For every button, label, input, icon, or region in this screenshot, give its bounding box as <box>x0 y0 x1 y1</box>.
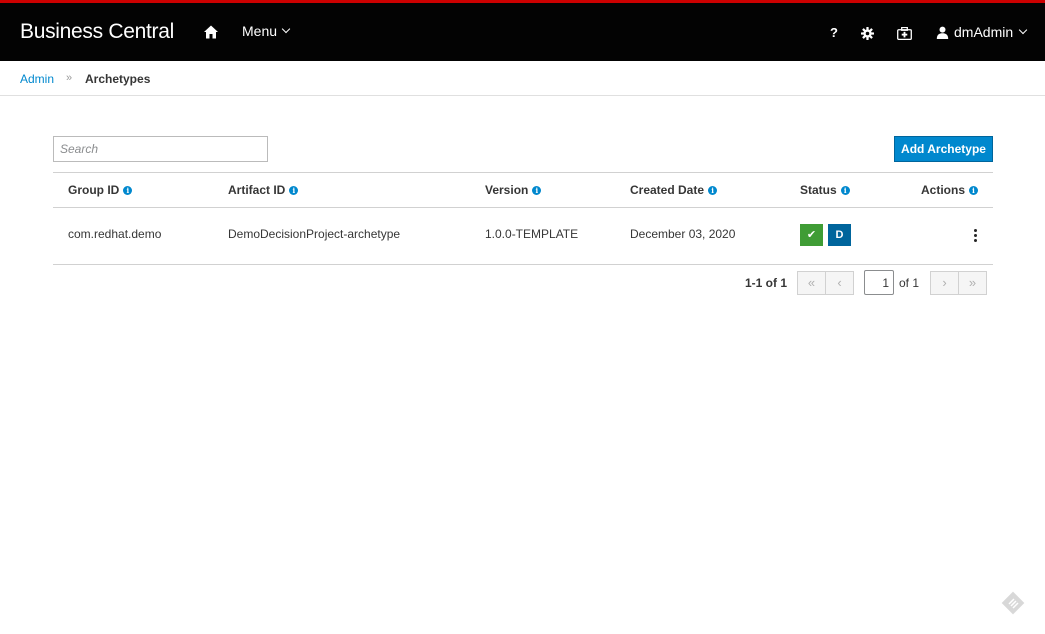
help-button[interactable]: ? <box>830 25 838 40</box>
status-default-badge: D <box>828 224 851 246</box>
home-icon[interactable] <box>203 24 219 40</box>
breadcrumb-current: Archetypes <box>85 72 151 86</box>
user-menu[interactable]: dmAdmin <box>936 24 1028 40</box>
user-name: dmAdmin <box>954 24 1014 40</box>
info-icon[interactable]: i <box>123 185 133 195</box>
menu-label: Menu <box>242 23 278 39</box>
next-page-button[interactable]: › <box>930 271 959 295</box>
info-icon[interactable]: i <box>708 185 718 195</box>
chevron-down-icon <box>1018 25 1028 35</box>
gear-icon[interactable] <box>861 27 874 40</box>
column-header-created-date[interactable]: Created Date i <box>630 183 718 197</box>
column-header-status[interactable]: Status i <box>800 183 850 197</box>
cell-artifact-id: DemoDecisionProject-archetype <box>228 227 401 241</box>
info-icon[interactable]: i <box>289 185 299 195</box>
search-input[interactable] <box>53 136 268 162</box>
table-header: Group ID i Artifact ID i Version i Creat… <box>53 172 993 208</box>
chevron-down-icon <box>281 24 291 34</box>
brand-title[interactable]: Business Central <box>20 20 174 44</box>
previous-page-button[interactable]: ‹ <box>825 271 854 295</box>
menu-dropdown[interactable]: Menu <box>242 23 291 39</box>
pagination-count: 1-1 of 1 <box>745 276 788 290</box>
add-archetype-button[interactable]: Add Archetype <box>894 136 993 162</box>
column-header-group-id[interactable]: Group ID i <box>68 183 133 197</box>
archetypes-table: Group ID i Artifact ID i Version i Creat… <box>53 172 993 265</box>
breadcrumb-admin-link[interactable]: Admin <box>20 72 54 86</box>
first-page-button[interactable]: « <box>797 271 826 295</box>
cell-created-date: December 03, 2020 <box>630 227 736 241</box>
info-icon[interactable]: i <box>969 185 979 195</box>
info-icon[interactable]: i <box>840 185 850 195</box>
toolbox-icon[interactable] <box>897 27 912 40</box>
cell-version: 1.0.0-TEMPLATE <box>485 227 579 241</box>
top-navbar: Business Central Menu ? dmAdmin <box>0 0 1045 61</box>
column-header-artifact-id[interactable]: Artifact ID i <box>228 183 299 197</box>
feedback-icon[interactable] <box>1000 590 1026 616</box>
row-actions-kebab-icon[interactable] <box>971 229 979 244</box>
status-validated-badge: ✔ <box>800 224 823 246</box>
cell-group-id: com.redhat.demo <box>68 227 162 241</box>
page-number-input[interactable] <box>864 270 894 295</box>
info-icon[interactable]: i <box>532 185 542 195</box>
user-icon <box>936 26 949 39</box>
breadcrumb: Admin » Archetypes <box>0 61 1045 96</box>
last-page-button[interactable]: » <box>958 271 987 295</box>
column-header-version[interactable]: Version i <box>485 183 542 197</box>
table-row: com.redhat.demo DemoDecisionProject-arch… <box>53 208 993 265</box>
column-header-actions: Actions i <box>921 183 979 197</box>
breadcrumb-separator: » <box>66 72 73 84</box>
page-of-label: of 1 <box>899 276 920 290</box>
